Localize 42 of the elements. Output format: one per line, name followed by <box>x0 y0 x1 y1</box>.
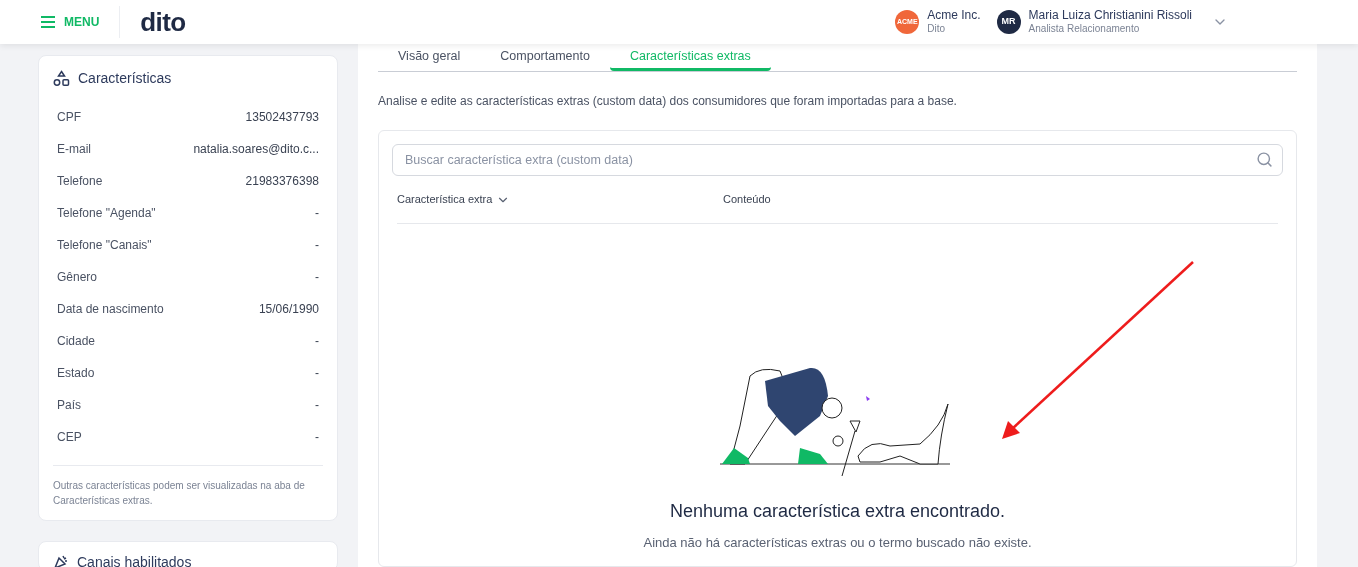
card-title: Canais habilitados <box>77 554 192 567</box>
attribute-label: CPF <box>57 109 81 126</box>
attribute-label: Telefone <box>57 173 103 190</box>
attribute-value: 21983376398 <box>245 173 319 190</box>
attribute-label: Gênero <box>57 269 98 286</box>
attribute-label: Data de nascimento <box>57 301 164 318</box>
attribute-label: Telefone "Canais" <box>57 237 152 254</box>
attribute-value: - <box>315 365 319 382</box>
column-header[interactable]: Característica extra <box>397 191 511 208</box>
attribute-value: 13502437793 <box>245 109 319 126</box>
user-role: Analista Relacionamento <box>1028 23 1141 36</box>
empty-state-message: Ainda não há características extras ou o termo buscado não existe. <box>643 533 1032 552</box>
user-name: Maria Luiza Christianini Rissoli <box>1028 8 1192 24</box>
attribute-value: 15/06/1990 <box>258 301 319 318</box>
logo: dito <box>140 9 186 35</box>
attribute-value: - <box>315 269 319 286</box>
card-title: Características <box>78 69 172 88</box>
company-name: Acme Inc. <box>927 8 981 24</box>
attribute-value: - <box>315 397 319 414</box>
attribute-label: Telefone "Agenda" <box>57 205 156 222</box>
attribute-label: Cidade <box>57 333 96 350</box>
attribute-value: - <box>315 237 319 254</box>
attribute-label: E-mail <box>57 141 91 158</box>
attributes-note: Outras características podem ser visualizadas na aba de Características extras. <box>53 479 306 508</box>
company-subtitle: Dito <box>927 23 947 36</box>
shapes-icon <box>53 70 70 87</box>
search-icon[interactable] <box>1256 151 1273 168</box>
attribute-value: - <box>315 333 319 350</box>
attribute-value: - <box>315 429 319 446</box>
tab[interactable]: Visão geral <box>378 44 481 71</box>
search-field[interactable]: Buscar característica extra (custom data) <box>392 144 1283 176</box>
tab[interactable]: Comportamento <box>480 44 610 71</box>
tab-description: Analise e edite as características extras (custom data) dos consumidores que foram importadas para a base. <box>378 93 958 110</box>
empty-state-title: Nenhuma característica extra encontrado. <box>669 499 1006 523</box>
user-avatar: MR <box>996 10 1021 34</box>
column-header: Conteúdo <box>723 192 771 208</box>
attribute-label: CEP <box>57 429 82 446</box>
attribute-value: - <box>315 205 319 222</box>
attribute-label: Estado <box>57 365 95 382</box>
menu-icon <box>40 16 56 28</box>
attribute-label: País <box>57 397 81 414</box>
attribute-value: natalia.soares@dito.c... <box>193 141 319 158</box>
